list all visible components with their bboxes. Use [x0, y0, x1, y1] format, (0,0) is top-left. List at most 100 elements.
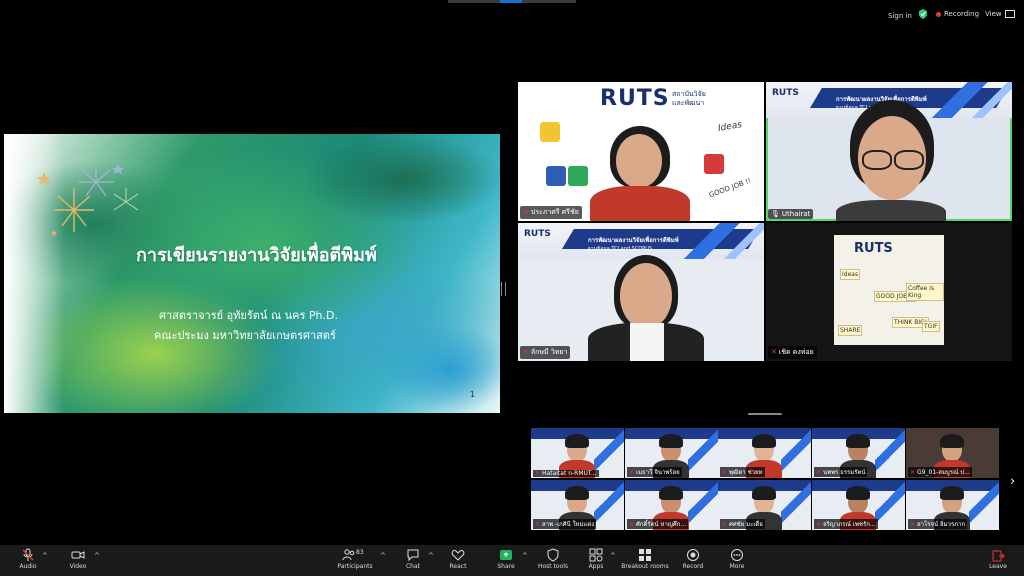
- mic-muted-icon: ✕: [629, 521, 635, 528]
- mic-muted-icon: ✕: [523, 208, 529, 216]
- breakout-rooms-icon: [639, 549, 651, 561]
- ruts-logo: RUTS: [854, 241, 893, 256]
- shared-screen-slide[interactable]: การเขียนรายงานวิจัยเพื่อตีพิมพ์ ศาสตราจา…: [4, 134, 500, 413]
- good-job-note: GOOD JOB !!: [707, 176, 753, 200]
- participants-count: 83: [356, 549, 364, 556]
- chat-button[interactable]: Chat: [402, 548, 424, 570]
- record-icon: [687, 549, 699, 561]
- participant-thumbnail[interactable]: ✕ ศักดิ์รัตน์ หาญศึก...: [625, 480, 718, 530]
- next-page-chevron-icon[interactable]: ›: [1010, 474, 1015, 489]
- participant-thumbnail[interactable]: ✕ ศศชัย มะเดื่อ: [718, 480, 811, 530]
- mic-muted-icon: ✕: [771, 348, 777, 356]
- sign-in-button[interactable]: Sign in: [884, 10, 916, 22]
- video-tile-active-speaker[interactable]: RUTS การพัฒนาผลงานวิจัยเพื่อการตีพิมพ์ ฐ…: [766, 82, 1012, 221]
- shield-check-icon[interactable]: [918, 9, 928, 19]
- shield-icon: [547, 548, 559, 562]
- share-options-caret[interactable]: ^: [522, 552, 528, 560]
- participants-button[interactable]: 83 Participants: [336, 548, 374, 570]
- participant-name-label: ✕ นพพร ธรรมรัตน์: [814, 467, 868, 477]
- participants-options-caret[interactable]: ^: [380, 552, 386, 560]
- more-dots-icon: [731, 549, 743, 561]
- react-label: React: [449, 563, 467, 570]
- participant-thumbnail[interactable]: ✕ จริญาภรณ์ เพชรัก...: [812, 480, 905, 530]
- apps-button[interactable]: Apps: [586, 548, 606, 570]
- mic-muted-icon: ✕: [722, 469, 728, 476]
- participant-name-label: ✕ สาพ -เกศินี ใหม่แต่ง: [533, 519, 597, 529]
- participant-thumbnail[interactable]: ✕ เมธาวี จินาพร้อย: [625, 428, 718, 478]
- camera-icon: [71, 551, 85, 559]
- participant-name-label: ✕ พุฒิดา ช่วยท: [720, 467, 765, 477]
- participant-name-label: ✕ เชิด ดงห่อย: [768, 346, 817, 359]
- chat-label: Chat: [405, 563, 421, 570]
- slide-affiliation: คณะประมง มหาวิทยาลัยเกษตรศาสตร์: [154, 329, 336, 342]
- participant-thumbnail[interactable]: ✕ นพพร ธรรมรัตน์: [812, 428, 905, 478]
- video-button[interactable]: Video: [66, 548, 90, 570]
- participant-name-label: ✕ ลักษมี วิทยา: [520, 346, 571, 359]
- share-button[interactable]: Share: [494, 548, 518, 570]
- leave-icon: [992, 550, 1005, 562]
- participant-thumbnail[interactable]: ✕ G9_01-สมบูรณ์ ป...: [906, 428, 999, 478]
- mic-on-icon: 🎙: [771, 210, 780, 218]
- leave-button[interactable]: Leave: [986, 548, 1010, 570]
- banner-title: การพัฒนาผลงานวิจัยเพื่อการตีพิมพ์: [588, 237, 679, 244]
- breakout-rooms-label: Breakout rooms: [621, 563, 669, 570]
- puzzle-piece-icon: [546, 166, 566, 186]
- record-button[interactable]: Record: [680, 548, 706, 570]
- record-label: Record: [682, 563, 704, 570]
- participant-name-label: 🎙 Uthairat: [768, 209, 814, 219]
- react-button[interactable]: React: [446, 548, 470, 570]
- chat-bubble-icon: [407, 549, 419, 562]
- recording-indicator[interactable]: Recording: [936, 10, 979, 18]
- ruts-logo: RUTS: [600, 86, 670, 111]
- mic-muted-icon: ✕: [816, 521, 822, 528]
- institute-name: สถาบันวิจัย และพัฒนา: [672, 90, 706, 107]
- participant-thumbnail[interactable]: ✕ Hataitat n-RMUT...: [531, 428, 624, 478]
- audio-button[interactable]: Audio: [16, 548, 40, 570]
- video-tile[interactable]: RUTS Ideas GOOD JOB !! Coffee is King TH…: [766, 223, 1012, 361]
- participant-name-label: ✕ ประภาศรี ศรีชัย: [520, 206, 582, 219]
- resize-handle[interactable]: [748, 413, 782, 415]
- puzzle-piece-icon: [540, 122, 560, 142]
- slide-author: ศาสตราจารย์ อุทัยรัตน์ ณ นคร Ph.D.: [159, 309, 338, 322]
- mic-muted-icon: ✕: [629, 469, 635, 476]
- chat-options-caret[interactable]: ^: [428, 552, 434, 560]
- participant-name-label: ✕ เมธาวี จินาพร้อย: [627, 467, 682, 477]
- video-tile[interactable]: RUTS การพัฒนาผลงานวิจัยเพื่อการตีพิมพ์ ฐ…: [518, 223, 764, 361]
- more-button[interactable]: More: [726, 548, 748, 570]
- grid-view-icon: [1004, 10, 1015, 18]
- slide-page-number: 1: [470, 390, 476, 399]
- recording-label: Recording: [944, 10, 980, 18]
- mic-muted-icon: ✕: [535, 521, 541, 528]
- audio-label: Audio: [19, 563, 37, 570]
- ruts-logo: RUTS: [772, 88, 799, 98]
- participants-icon: 83: [342, 548, 368, 562]
- apps-options-caret[interactable]: ^: [610, 552, 616, 560]
- participant-name-label: ✕ จริญาภรณ์ เพชรัก...: [814, 519, 878, 529]
- panel-splitter-handle[interactable]: [501, 282, 506, 296]
- mic-muted-icon: [22, 548, 34, 561]
- mic-muted-icon: ✕: [523, 348, 529, 356]
- record-dot-icon: [936, 11, 941, 17]
- host-tools-button[interactable]: Host tools: [536, 548, 570, 570]
- share-screen-icon: [500, 550, 512, 560]
- banner-subtitle: ฐานข้อมูล TCI and SCOPUS: [588, 246, 653, 252]
- fireworks-decoration-icon: [37, 164, 139, 236]
- more-label: More: [729, 563, 745, 570]
- video-tile[interactable]: RUTS สถาบันวิจัย และพัฒนา Ideas GOOD JOB …: [518, 82, 764, 221]
- puzzle-piece-icon: [568, 166, 588, 186]
- mic-muted-icon: ✕: [910, 469, 916, 476]
- participant-name-label: ✕ สาโรจน์ อิ่มวรภาก: [908, 519, 968, 529]
- participant-thumbnail[interactable]: ✕ สาพ -เกศินี ใหม่แต่ง: [531, 480, 624, 530]
- share-label: Share: [497, 563, 515, 570]
- leave-label: Leave: [989, 563, 1007, 570]
- participant-thumbnail[interactable]: ✕ สาโรจน์ อิ่มวรภาก: [906, 480, 999, 530]
- breakout-rooms-button[interactable]: Breakout rooms: [620, 548, 670, 570]
- ideas-note: Ideas: [717, 119, 743, 135]
- top-drag-strip[interactable]: [448, 0, 576, 3]
- video-options-caret[interactable]: ^: [94, 552, 100, 560]
- audio-options-caret[interactable]: ^: [42, 552, 48, 560]
- participant-thumbnail[interactable]: ✕ พุฒิดา ช่วยท: [718, 428, 811, 478]
- apps-label: Apps: [588, 563, 604, 570]
- view-button[interactable]: View: [985, 10, 1015, 18]
- host-tools-label: Host tools: [537, 563, 569, 570]
